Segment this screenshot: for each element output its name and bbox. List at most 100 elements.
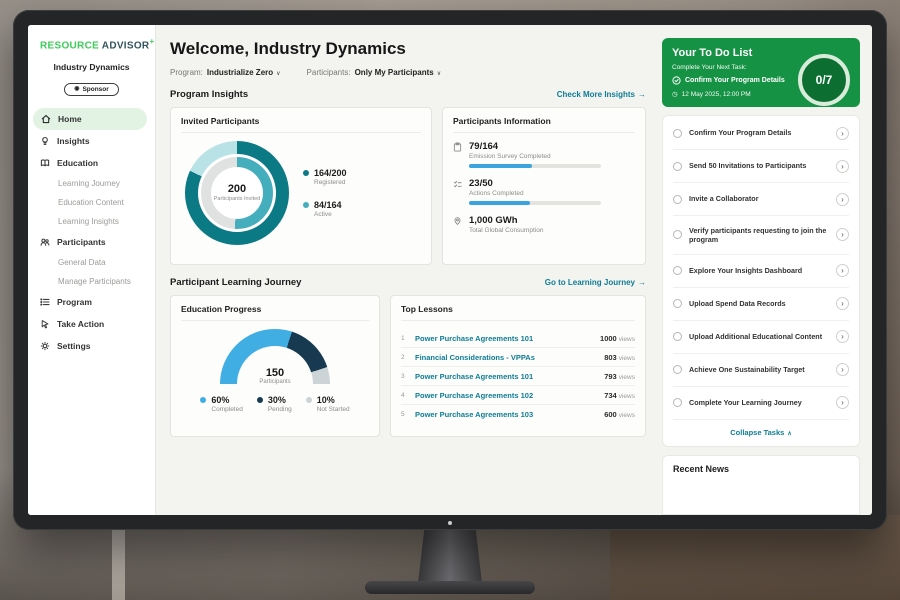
- legend-registered: 164/200 Registered: [303, 168, 347, 186]
- todo-task-row[interactable]: Invite a Collaborator: [673, 183, 849, 216]
- dashboard-screen: RESOURCE ADVISOR+ Industry Dynamics ◉ Sp…: [28, 25, 872, 515]
- sidebar-item-settings[interactable]: Settings: [28, 335, 155, 357]
- task-checkbox[interactable]: [673, 129, 682, 138]
- task-chevron-button[interactable]: [836, 160, 849, 173]
- todo-task-row[interactable]: Send 50 Invitations to Participants: [673, 150, 849, 183]
- insights-icon: [40, 136, 50, 146]
- lesson-title-link[interactable]: Power Purchase Agreements 101: [415, 372, 597, 381]
- task-checkbox[interactable]: [673, 230, 682, 239]
- sidebar: RESOURCE ADVISOR+ Industry Dynamics ◉ Sp…: [28, 25, 156, 515]
- lesson-rank: 1: [401, 335, 408, 342]
- collapse-tasks-link[interactable]: Collapse Tasks∧: [673, 420, 849, 442]
- todo-task-list: Confirm Your Program Details Send 50 Inv…: [673, 117, 849, 420]
- sidebar-item-general-data[interactable]: General Data: [28, 253, 155, 272]
- task-checkbox[interactable]: [673, 195, 682, 204]
- sidebar-item-program[interactable]: Program: [28, 291, 155, 313]
- sidebar-item-learning-journey[interactable]: Learning Journey: [28, 174, 155, 193]
- clock-icon: ◷: [672, 90, 678, 98]
- task-checkbox[interactable]: [673, 398, 682, 407]
- cursor-icon: [40, 319, 50, 329]
- participants-filter-value: Only My Participants: [355, 68, 434, 77]
- todo-task-row[interactable]: Upload Spend Data Records: [673, 288, 849, 321]
- lesson-title-link[interactable]: Power Purchase Agreements 102: [415, 391, 597, 400]
- program-filter[interactable]: Program:Industrialize Zero∨: [170, 68, 281, 77]
- sidebar-item-label: Insights: [57, 136, 90, 146]
- sidebar-item-learning-insights[interactable]: Learning Insights: [28, 212, 155, 231]
- check-more-insights-link[interactable]: Check More Insights→: [557, 90, 646, 99]
- lesson-views: 600views: [604, 410, 635, 419]
- sidebar-nav: Home Insights Education Learning Journey…: [28, 108, 155, 357]
- task-label: Achieve One Sustainability Target: [689, 365, 829, 374]
- chevron-down-icon: ∨: [276, 71, 280, 77]
- circle-check-icon: [672, 76, 681, 85]
- program-filter-label: Program:: [170, 68, 203, 77]
- pin-icon: [453, 216, 462, 226]
- todo-task-row[interactable]: Complete Your Learning Journey: [673, 387, 849, 420]
- sidebar-item-home[interactable]: Home: [33, 108, 147, 130]
- todo-task-row[interactable]: Achieve One Sustainability Target: [673, 354, 849, 387]
- education-card-title: Education Progress: [181, 304, 369, 321]
- sponsor-badge-label: Sponsor: [82, 86, 108, 93]
- task-checkbox[interactable]: [673, 332, 682, 341]
- sidebar-item-insights[interactable]: Insights: [28, 130, 155, 152]
- lesson-views: 793views: [604, 372, 635, 381]
- sidebar-item-manage-participants[interactable]: Manage Participants: [28, 272, 155, 291]
- todo-summary-card: Your To Do List Complete Your Next Task:…: [662, 38, 860, 107]
- sponsor-badge[interactable]: ◉ Sponsor: [64, 83, 119, 96]
- top-lessons-card: Top Lessons 1 Power Purchase Agreements …: [390, 295, 646, 437]
- sidebar-item-take-action[interactable]: Take Action: [28, 313, 155, 335]
- stat-emission-survey: 79/164 Emission Survey Completed: [453, 141, 635, 168]
- lesson-rank: 4: [401, 392, 408, 399]
- sidebar-item-participants[interactable]: Participants: [28, 231, 155, 253]
- education-progress-card: Education Progress 150 Participants 60: [170, 295, 380, 437]
- task-label: Upload Additional Educational Content: [689, 332, 829, 341]
- logo-advisor: ADVISOR: [102, 40, 150, 51]
- invited-participants-card: Invited Participants 200 Participants In…: [170, 107, 432, 265]
- task-chevron-button[interactable]: [836, 297, 849, 310]
- invited-donut-outer: 200 Participants Invited: [185, 141, 289, 245]
- goto-learning-journey-link[interactable]: Go to Learning Journey→: [545, 278, 646, 287]
- sidebar-item-label: Take Action: [57, 319, 104, 329]
- background-light-strip: [112, 525, 125, 600]
- invited-donut-center: 200 Participants Invited: [211, 167, 263, 219]
- main-content: Welcome, Industry Dynamics Program:Indus…: [156, 25, 658, 515]
- task-checkbox[interactable]: [673, 299, 682, 308]
- participants-icon: [40, 237, 50, 247]
- task-checkbox[interactable]: [673, 365, 682, 374]
- arrow-right-icon: →: [638, 278, 646, 287]
- task-chevron-button[interactable]: [836, 363, 849, 376]
- task-label: Verify participants requesting to join t…: [689, 226, 829, 245]
- task-chevron-button[interactable]: [836, 127, 849, 140]
- sidebar-item-education[interactable]: Education: [28, 152, 155, 174]
- sidebar-item-label: Settings: [57, 341, 91, 351]
- recent-news-card: Recent News: [662, 455, 860, 515]
- lesson-title-link[interactable]: Power Purchase Agreements 103: [415, 410, 597, 419]
- task-checkbox[interactable]: [673, 162, 682, 171]
- todo-task-row[interactable]: Confirm Your Program Details: [673, 117, 849, 150]
- task-chevron-button[interactable]: [836, 264, 849, 277]
- todo-task-row[interactable]: Verify participants requesting to join t…: [673, 216, 849, 255]
- lesson-title-link[interactable]: Power Purchase Agreements 101: [415, 334, 593, 343]
- task-chevron-button[interactable]: [836, 228, 849, 241]
- todo-panel: Your To Do List Complete Your Next Task:…: [658, 25, 872, 515]
- bezel-logo-dot: [448, 521, 452, 525]
- page-title: Welcome, Industry Dynamics: [170, 39, 646, 59]
- task-checkbox[interactable]: [673, 266, 682, 275]
- lesson-row: 5 Power Purchase Agreements 103 600views: [401, 405, 635, 423]
- legend-not-started: 10% Not Started: [306, 395, 350, 413]
- todo-tasks-card: Confirm Your Program Details Send 50 Inv…: [662, 115, 860, 447]
- lesson-row: 4 Power Purchase Agreements 102 734views: [401, 386, 635, 405]
- lesson-row: 1 Power Purchase Agreements 101 1000view…: [401, 329, 635, 348]
- monitor-stand-neck: [418, 529, 482, 583]
- participants-filter[interactable]: Participants:Only My Participants∨: [307, 68, 442, 77]
- sidebar-item-education-content[interactable]: Education Content: [28, 193, 155, 212]
- task-chevron-button[interactable]: [836, 330, 849, 343]
- lesson-title-link[interactable]: Financial Considerations - VPPAs: [415, 353, 597, 362]
- lesson-views: 803views: [604, 353, 635, 362]
- todo-task-row[interactable]: Upload Additional Educational Content: [673, 321, 849, 354]
- program-insights-title: Program Insights: [170, 89, 248, 100]
- sidebar-item-label: Home: [58, 114, 82, 124]
- task-chevron-button[interactable]: [836, 193, 849, 206]
- todo-task-row[interactable]: Explore Your Insights Dashboard: [673, 255, 849, 288]
- task-chevron-button[interactable]: [836, 396, 849, 409]
